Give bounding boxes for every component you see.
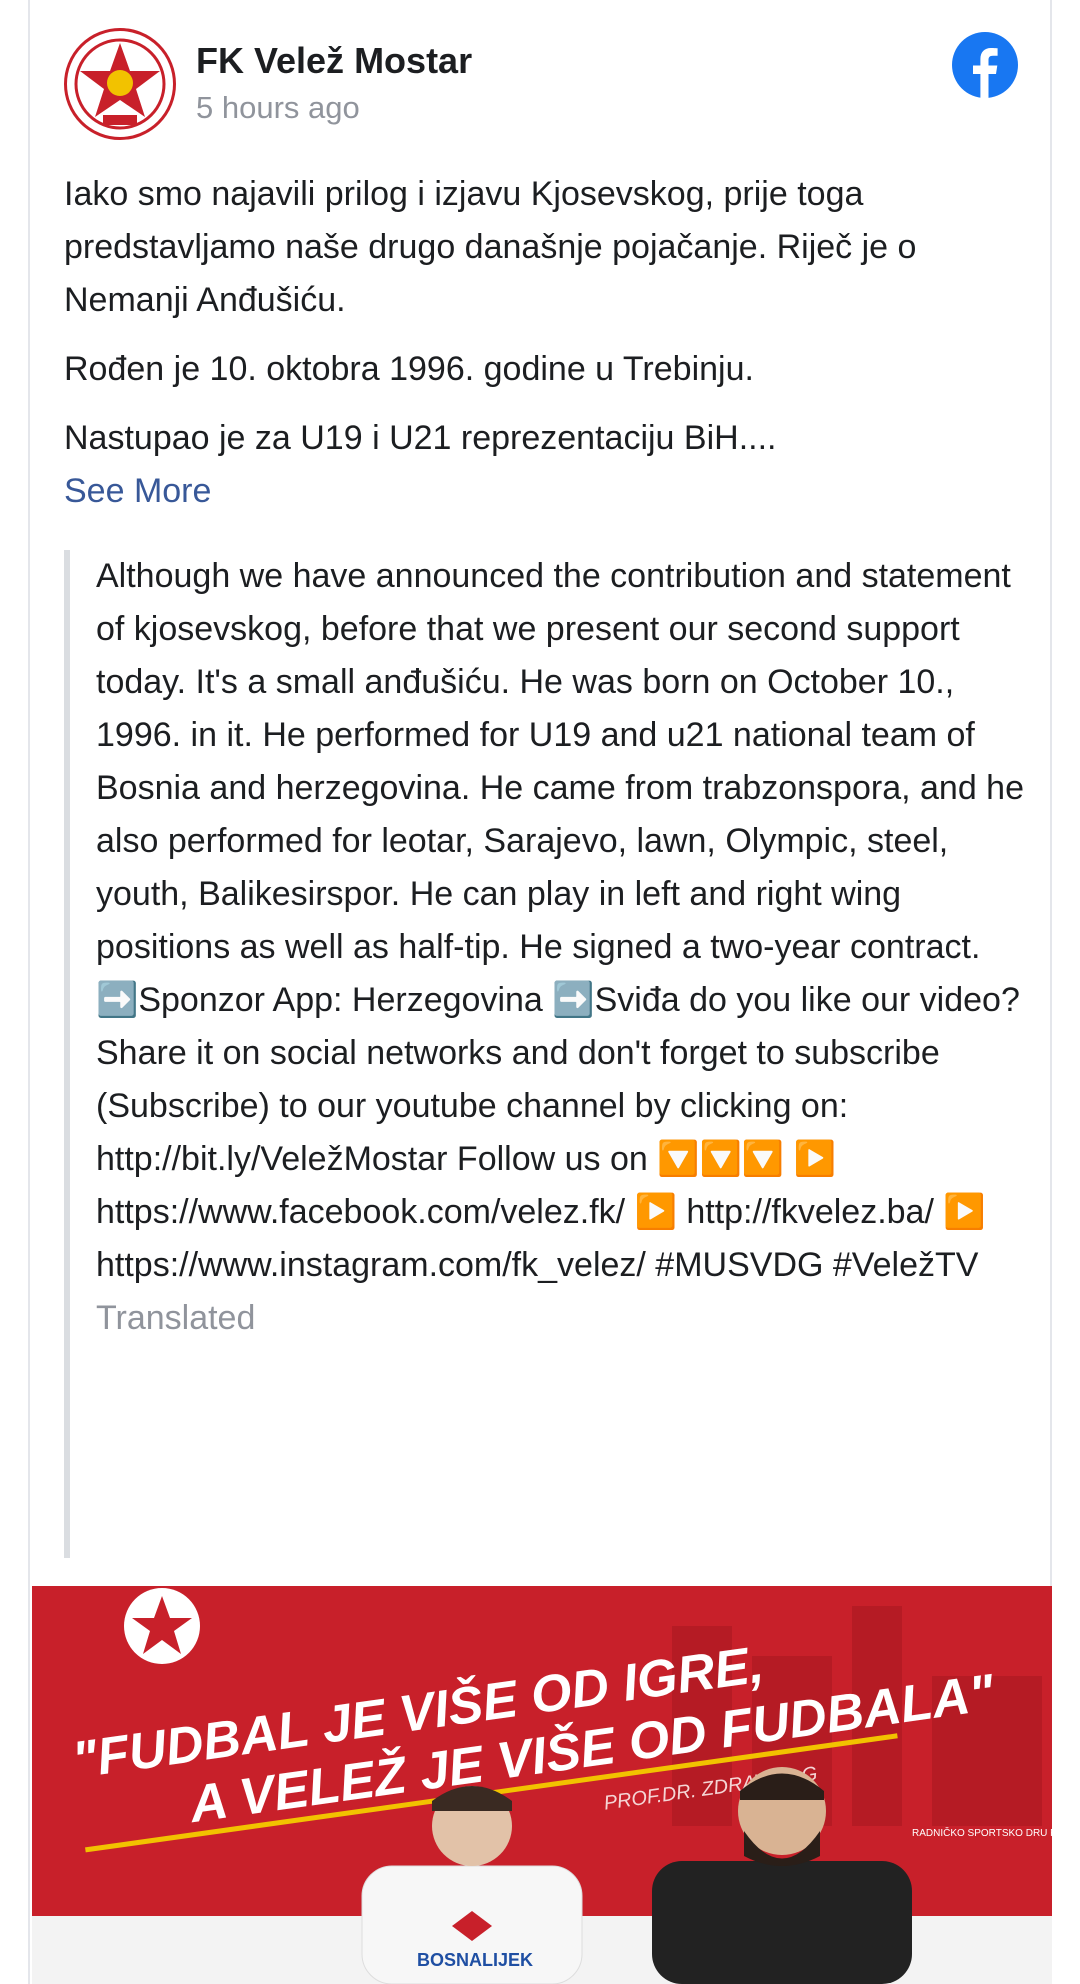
translated-text: Although we have announced the contribut… [96,557,1024,1284]
post-paragraph: Nastupao je za U19 i U21 reprezentaciju … [64,419,777,457]
post-body: Iako smo najavili prilog i izjavu Kjosev… [64,168,1024,518]
facebook-icon[interactable] [952,32,1018,98]
page-name[interactable]: FK Velež Mostar [196,40,472,82]
sponsor-text: BOSNALIJEK [417,1950,533,1970]
photo-graphic: "FUDBAL JE VIŠE OD IGRE, A VELEŽ JE VIŠE… [32,1586,1052,1984]
post-photo[interactable]: "FUDBAL JE VIŠE OD IGRE, A VELEŽ JE VIŠE… [32,1586,1052,1984]
translation-block: Although we have announced the contribut… [64,550,1024,1558]
post-paragraph: Iako smo najavili prilog i izjavu Kjosev… [64,175,917,319]
post-header: FK Velež Mostar 5 hours ago [64,28,1024,146]
see-more-link[interactable]: See More [64,465,1024,518]
post-paragraph: Rođen je 10. oktobra 1996. godine u Treb… [64,350,754,388]
translated-label[interactable]: Translated [96,1292,1024,1345]
post-timestamp[interactable]: 5 hours ago [196,90,360,126]
photo-club-text: RADNIČKO SPORTSKO DRU FUDBALSKI KLUB "VE… [912,1826,1052,1839]
club-logo-avatar[interactable] [64,28,176,140]
club-crest-icon [70,34,170,134]
